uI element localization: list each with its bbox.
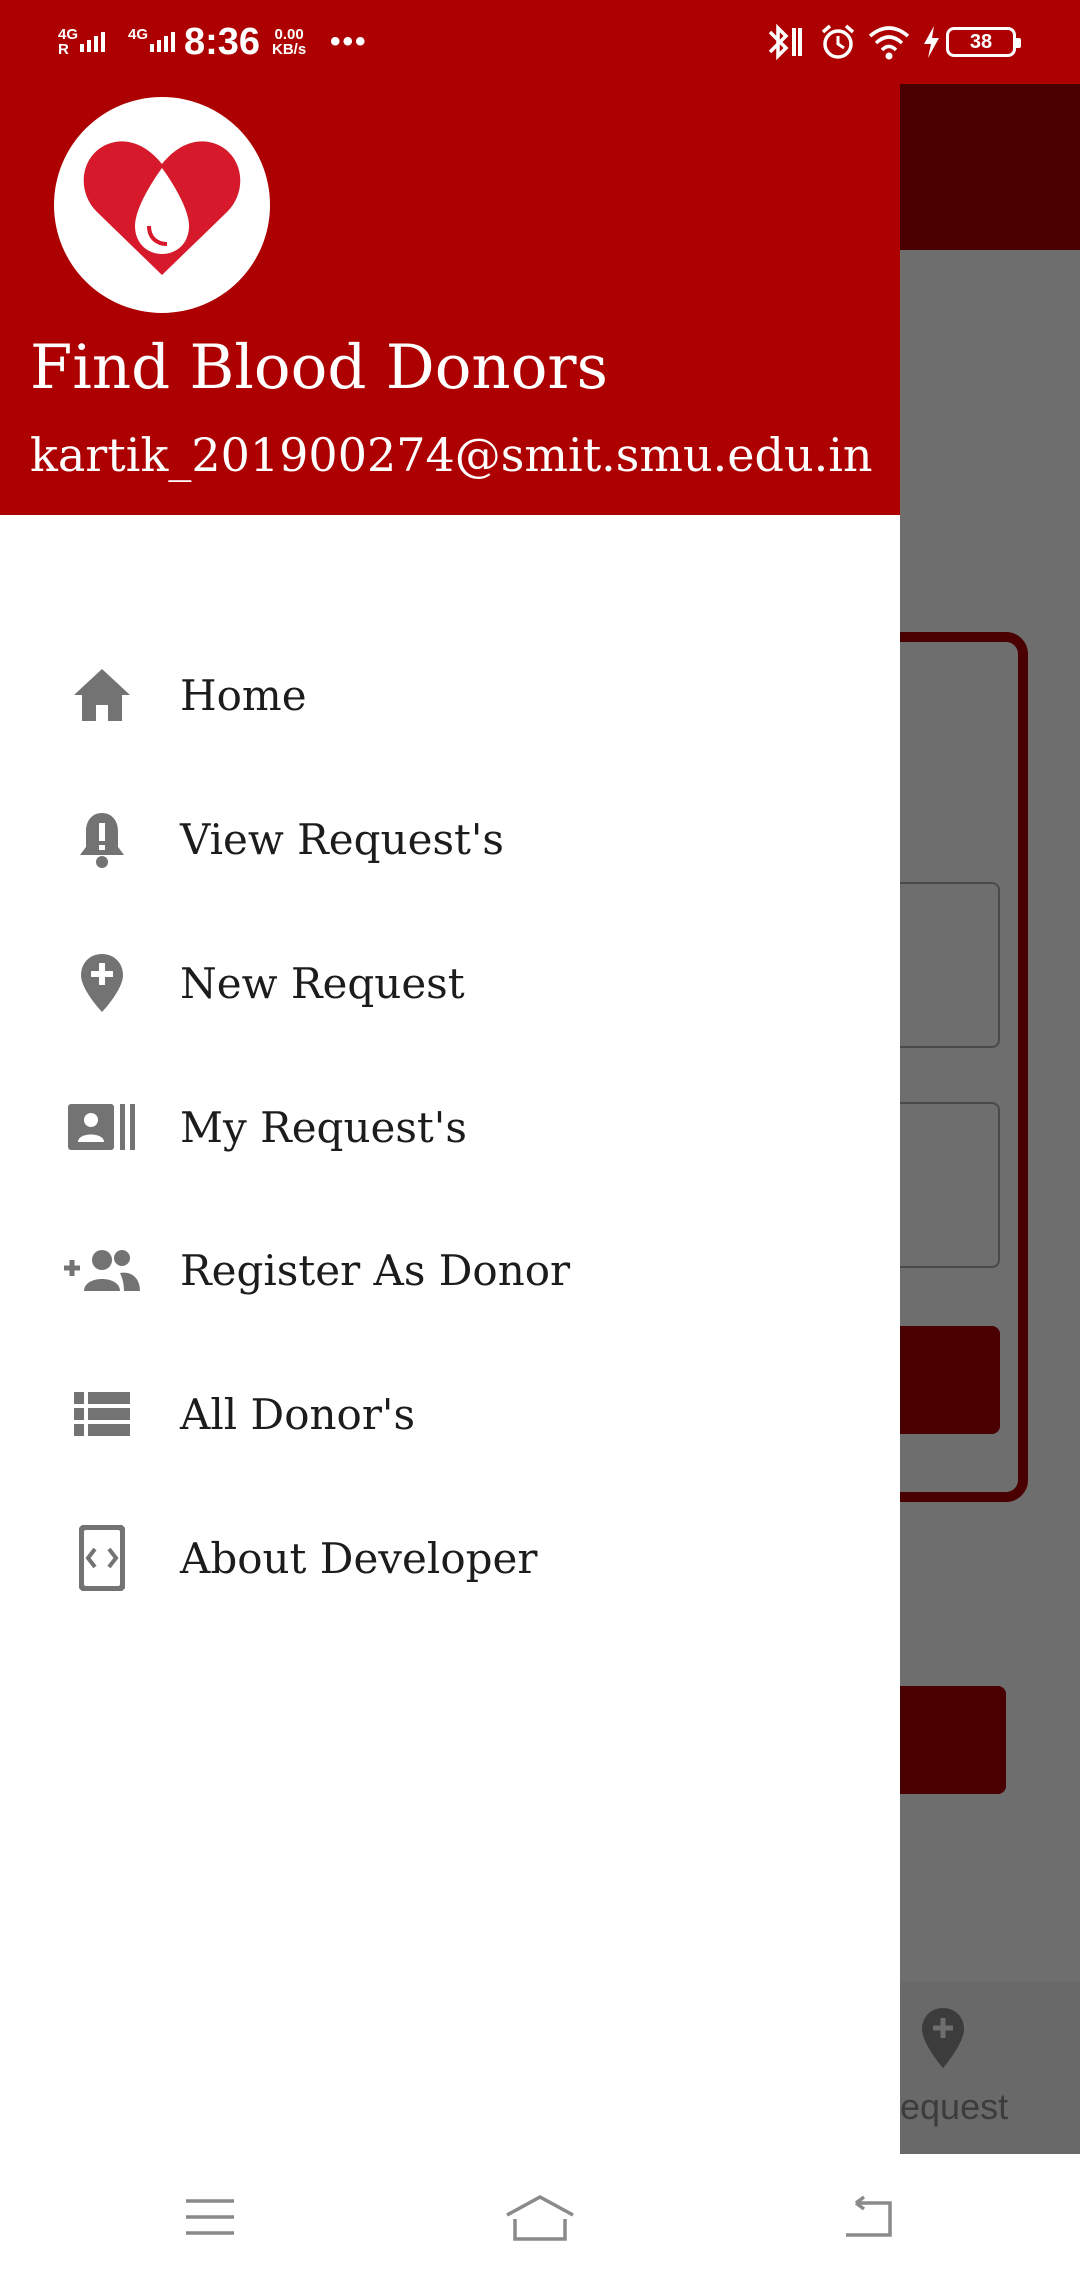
navigation-drawer: Find Blood Donors kartik_201900274@smit.…: [0, 84, 900, 2154]
app-logo: [54, 97, 270, 313]
drawer-item-label: New Request: [180, 958, 465, 1008]
add-location-icon: [920, 2006, 966, 2074]
menu-icon[interactable]: [170, 2182, 250, 2252]
blood-drop-heart-icon: [83, 141, 241, 275]
back-icon[interactable]: [830, 2182, 910, 2252]
status-bar: 4G R 4G 8:36 0.00 KB/s ••• 38: [0, 0, 1080, 84]
wifi-icon: [868, 0, 910, 84]
drawer-item-home[interactable]: Home: [0, 635, 900, 755]
alarm-icon: [818, 0, 858, 84]
developer-mode-icon: [62, 1525, 142, 1591]
background-input-field: [900, 882, 1000, 1048]
background-toolbar: [900, 84, 1080, 250]
drawer-item-about-developer[interactable]: About Developer: [0, 1498, 900, 1618]
drawer-item-label: View Request's: [180, 814, 504, 864]
background-nav-label: equest: [900, 2086, 1009, 2127]
list-icon: [62, 1384, 142, 1444]
background-input-field: [900, 1102, 1000, 1268]
network-type-2: 4G: [128, 26, 149, 43]
charging-icon: [920, 0, 942, 84]
network-signal-2: 4G: [128, 0, 176, 84]
battery-icon: 38: [946, 27, 1021, 57]
system-navigation-bar: [0, 2154, 1080, 2280]
bluetooth-icon: [760, 0, 804, 84]
clock: 8:36: [184, 20, 261, 63]
roaming-indicator: R: [58, 41, 69, 58]
drawer-item-all-donors[interactable]: All Donor's: [0, 1354, 900, 1474]
signal-bars-icon: [80, 32, 106, 52]
home-icon[interactable]: [500, 2182, 580, 2252]
drawer-item-label: All Donor's: [180, 1389, 416, 1439]
drawer-item-new-request[interactable]: New Request: [0, 923, 900, 1043]
network-signal-1: 4G R: [58, 0, 106, 84]
background-submit-button: [900, 1326, 1000, 1434]
speed-value: 0.00: [274, 26, 304, 43]
drawer-item-register-donor[interactable]: Register As Donor: [0, 1210, 900, 1330]
drawer-item-my-requests[interactable]: My Request's: [0, 1067, 900, 1187]
drawer-header: Find Blood Donors kartik_201900274@smit.…: [0, 84, 900, 515]
network-type-1: 4G: [58, 26, 79, 43]
app-title: Find Blood Donors: [30, 332, 608, 403]
drawer-item-view-requests[interactable]: View Request's: [0, 779, 900, 899]
group-add-icon: [62, 1240, 142, 1300]
drawer-item-label: Register As Donor: [180, 1245, 571, 1295]
home-icon: [62, 665, 142, 725]
background-action-button: [900, 1686, 1006, 1794]
drawer-item-label: About Developer: [180, 1533, 538, 1583]
user-email: kartik_201900274@smit.smu.edu.in: [30, 428, 873, 482]
battery-indicator: 38: [946, 0, 1021, 84]
notification-alert-icon: [62, 809, 142, 869]
drawer-item-label: Home: [180, 670, 307, 720]
background-screen-scrim[interactable]: equest: [900, 84, 1080, 2154]
speed-unit: KB/s: [272, 41, 307, 58]
network-speed: 0.00 KB/s: [272, 0, 306, 84]
more-notifications-icon: •••: [330, 25, 368, 58]
drawer-item-label: My Request's: [180, 1102, 467, 1152]
add-location-icon: [62, 953, 142, 1013]
contact-card-icon: [62, 1097, 142, 1157]
signal-bars-icon: [150, 32, 176, 52]
